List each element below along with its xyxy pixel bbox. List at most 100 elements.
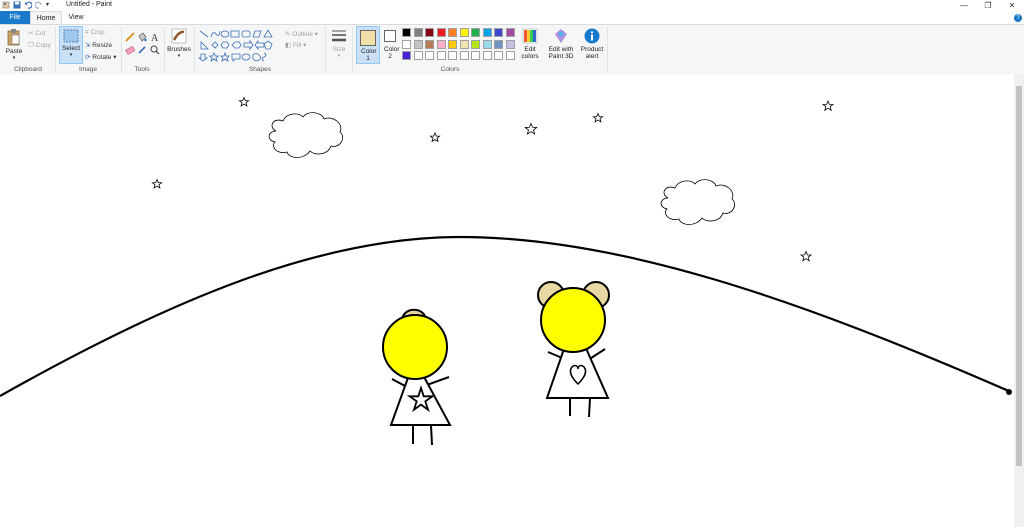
divider bbox=[352, 27, 353, 72]
fill-button[interactable]: ◧ Fill ▾ bbox=[285, 41, 306, 49]
hill bbox=[0, 235, 1012, 397]
palette-swatch[interactable] bbox=[505, 28, 515, 37]
head bbox=[382, 314, 448, 380]
paint3d-label: Edit with Paint 3D bbox=[548, 46, 574, 60]
palette-swatch[interactable] bbox=[402, 39, 411, 49]
tab-view[interactable]: View bbox=[62, 11, 90, 24]
palette-swatch[interactable] bbox=[494, 39, 503, 49]
palette-swatch[interactable] bbox=[448, 28, 457, 37]
select-dropdown-icon[interactable]: ▾ bbox=[60, 52, 82, 59]
palette-swatch[interactable] bbox=[505, 39, 515, 49]
pencil-icon[interactable] bbox=[125, 32, 135, 42]
save-icon[interactable] bbox=[13, 1, 21, 9]
text-tool-icon[interactable]: A bbox=[150, 32, 160, 42]
star-icon bbox=[799, 250, 813, 262]
palette-swatch[interactable] bbox=[471, 28, 480, 37]
shapes-gallery[interactable] bbox=[198, 28, 282, 62]
palette-swatch[interactable] bbox=[448, 51, 457, 60]
palette-swatch[interactable] bbox=[413, 39, 423, 49]
drawing-canvas[interactable] bbox=[0, 74, 1014, 527]
hill-endpoint bbox=[1006, 389, 1012, 395]
palette-swatch[interactable] bbox=[459, 51, 469, 60]
color2-button[interactable]: Color 2 bbox=[380, 26, 400, 60]
close-button[interactable]: ✕ bbox=[1000, 0, 1024, 11]
palette-swatch[interactable] bbox=[425, 28, 434, 37]
colors-group-label: Colors bbox=[440, 66, 460, 73]
palette-swatch[interactable] bbox=[482, 51, 492, 60]
palette-swatch[interactable] bbox=[471, 51, 480, 60]
select-button[interactable]: Select ▾ bbox=[59, 26, 83, 64]
paint-app-icon bbox=[2, 1, 10, 9]
paste-dropdown-icon[interactable]: ▾ bbox=[4, 55, 24, 62]
eraser-icon[interactable] bbox=[125, 45, 135, 55]
help-icon[interactable]: ? bbox=[1014, 14, 1022, 22]
palette-swatch[interactable] bbox=[471, 39, 480, 49]
size-dropdown-icon[interactable]: ▾ bbox=[329, 53, 349, 60]
minimize-button[interactable]: — bbox=[952, 0, 976, 11]
fill-dropdown-icon[interactable]: ▾ bbox=[301, 42, 306, 49]
palette-swatch[interactable] bbox=[505, 51, 515, 60]
girl-right bbox=[537, 281, 610, 418]
title-bar: ▾ Untitled - Paint — ❐ ✕ bbox=[0, 0, 1024, 11]
size-label: Size bbox=[332, 46, 346, 53]
outline-dropdown-icon[interactable]: ▾ bbox=[313, 31, 318, 38]
palette-swatch[interactable] bbox=[436, 51, 446, 60]
maximize-button[interactable]: ❐ bbox=[976, 0, 1000, 11]
svg-text:A: A bbox=[151, 33, 159, 42]
palette-swatch[interactable] bbox=[494, 51, 503, 60]
customize-qat-icon[interactable]: ▾ bbox=[46, 1, 54, 9]
product-alert-button[interactable]: Product alert bbox=[579, 28, 605, 60]
divider bbox=[121, 27, 122, 72]
palette-swatch[interactable] bbox=[413, 28, 423, 37]
rotate-dropdown-icon[interactable]: ▾ bbox=[111, 54, 116, 61]
color1-swatch bbox=[360, 30, 376, 46]
color1-label: Color 1 bbox=[361, 48, 377, 62]
star-icon bbox=[821, 99, 835, 112]
fill-bucket-icon[interactable] bbox=[137, 32, 147, 42]
palette-swatch[interactable] bbox=[448, 39, 457, 49]
palette-swatch[interactable] bbox=[494, 28, 503, 37]
palette-swatch[interactable] bbox=[482, 39, 492, 49]
outline-button[interactable]: ✎ Outline ▾ bbox=[285, 30, 318, 38]
palette-swatch[interactable] bbox=[482, 28, 492, 37]
color1-button[interactable]: Color 1 bbox=[356, 26, 380, 64]
tab-home[interactable]: Home bbox=[30, 11, 62, 24]
brushes-button[interactable]: Brushes ▾ bbox=[167, 28, 191, 60]
divider bbox=[164, 27, 165, 72]
fill-icon: ◧ bbox=[285, 42, 293, 49]
redo-icon[interactable] bbox=[34, 1, 43, 9]
head bbox=[540, 287, 606, 353]
magnifier-icon[interactable] bbox=[150, 45, 160, 55]
palette-swatch[interactable] bbox=[425, 51, 434, 60]
palette-swatch[interactable] bbox=[402, 51, 411, 60]
star-icon bbox=[238, 96, 250, 107]
legs bbox=[412, 424, 433, 446]
palette-swatch[interactable] bbox=[436, 39, 446, 49]
crop-button[interactable]: ⌗ Crop bbox=[85, 29, 105, 37]
edit-with-paint3d-button[interactable]: Edit with Paint 3D bbox=[545, 28, 577, 60]
divider bbox=[607, 27, 608, 72]
palette-swatch[interactable] bbox=[459, 39, 469, 49]
undo-icon[interactable] bbox=[24, 1, 33, 9]
scrollbar-thumb[interactable] bbox=[1016, 86, 1022, 466]
size-button[interactable]: Size ▾ bbox=[329, 28, 349, 60]
palette-swatch[interactable] bbox=[459, 28, 469, 37]
paste-button[interactable]: Paste ▾ bbox=[4, 28, 24, 62]
copy-icon: ❐ bbox=[28, 42, 36, 49]
edit-colors-button[interactable]: Edit colors bbox=[518, 28, 542, 60]
palette-swatch[interactable] bbox=[402, 28, 411, 37]
palette-swatch[interactable] bbox=[436, 28, 446, 37]
rotate-label: Rotate bbox=[92, 54, 112, 61]
tab-file[interactable]: File bbox=[0, 11, 30, 24]
cut-button[interactable]: ✂ Cut bbox=[28, 29, 45, 37]
product-alert-label: Product alert bbox=[580, 46, 604, 60]
palette-swatch[interactable] bbox=[425, 39, 434, 49]
resize-button[interactable]: ⇲ Resize bbox=[85, 41, 112, 49]
copy-button[interactable]: ❐ Copy bbox=[28, 41, 51, 49]
rotate-button[interactable]: ⟳ Rotate ▾ bbox=[85, 53, 117, 61]
color-picker-icon[interactable] bbox=[137, 45, 147, 55]
vertical-scrollbar[interactable] bbox=[1014, 74, 1024, 527]
brushes-dropdown-icon[interactable]: ▾ bbox=[167, 53, 191, 60]
palette-swatch[interactable] bbox=[413, 51, 423, 60]
cloud bbox=[660, 179, 736, 225]
